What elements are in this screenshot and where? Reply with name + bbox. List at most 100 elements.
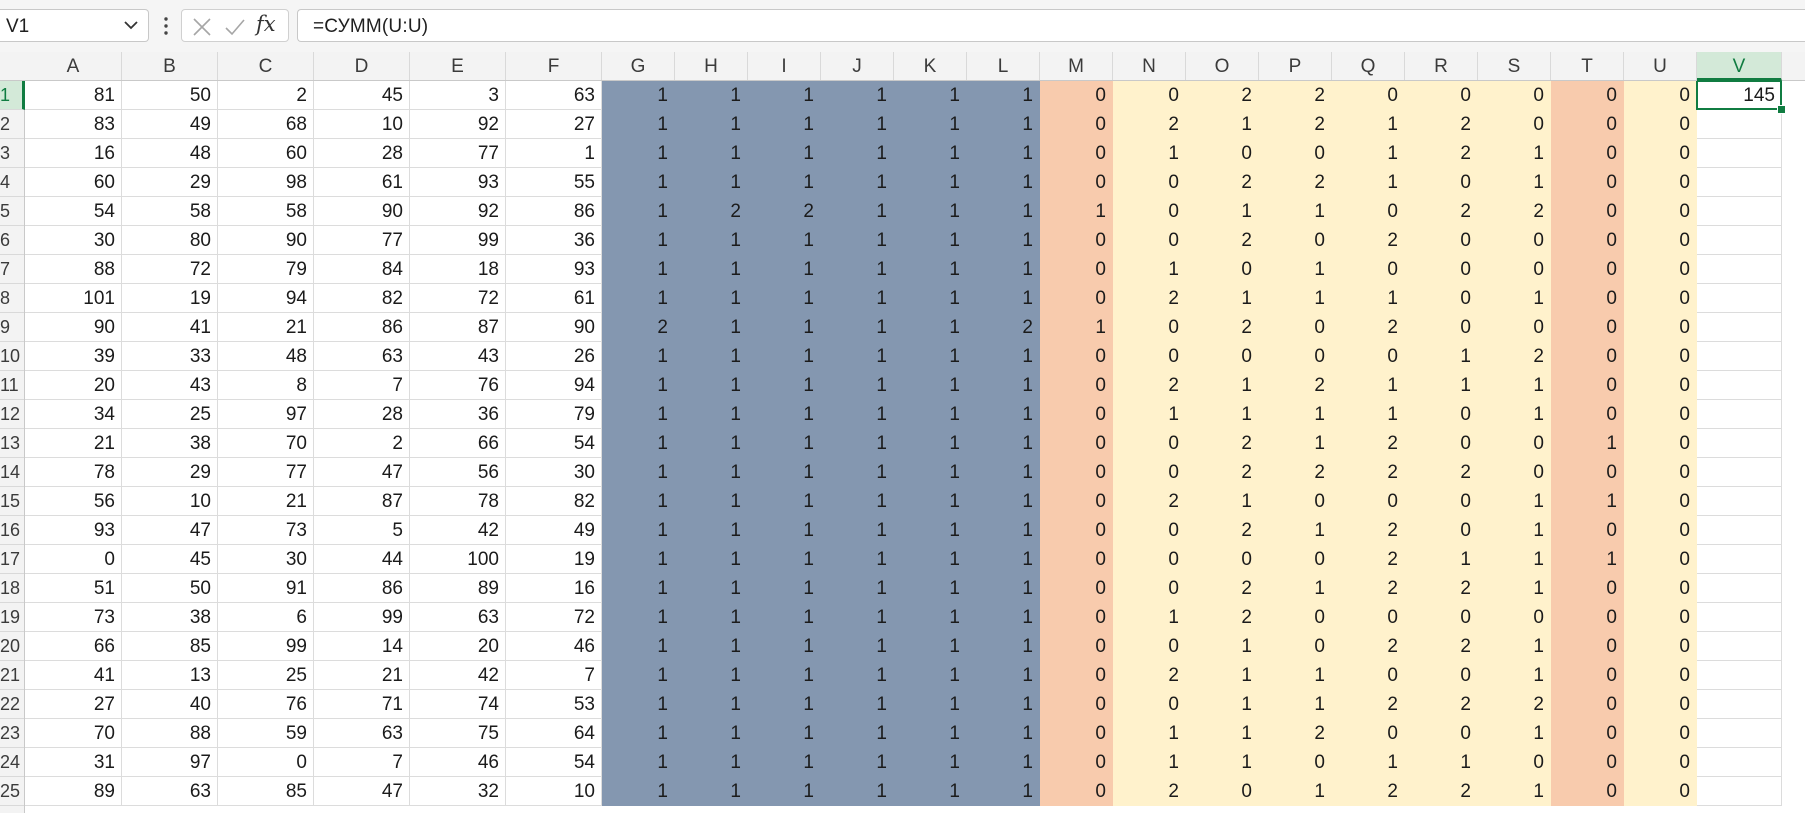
cell-k12[interactable]: 1 (894, 400, 967, 429)
row-header-18[interactable]: 18 (0, 574, 24, 603)
cell-r1[interactable]: 0 (1405, 81, 1478, 110)
cell-d21[interactable]: 21 (314, 661, 410, 690)
cell-f15[interactable]: 82 (506, 487, 602, 516)
cell-v19[interactable] (1697, 603, 1782, 632)
cell-a12[interactable]: 34 (25, 400, 122, 429)
cell-c1[interactable]: 2 (218, 81, 314, 110)
cell-j18[interactable]: 1 (821, 574, 894, 603)
cell-i25[interactable]: 1 (748, 777, 821, 806)
cell-i1[interactable]: 1 (748, 81, 821, 110)
cell-b5[interactable]: 58 (122, 197, 218, 226)
cell-u14[interactable]: 0 (1624, 458, 1697, 487)
cell-t17[interactable]: 1 (1551, 545, 1624, 574)
cell-a17[interactable]: 0 (25, 545, 122, 574)
cell-k23[interactable]: 1 (894, 719, 967, 748)
cell-c22[interactable]: 76 (218, 690, 314, 719)
cell-h21[interactable]: 1 (675, 661, 748, 690)
cell-q5[interactable]: 0 (1332, 197, 1405, 226)
cell-p23[interactable]: 2 (1259, 719, 1332, 748)
cell-d7[interactable]: 84 (314, 255, 410, 284)
cell-j15[interactable]: 1 (821, 487, 894, 516)
cell-k8[interactable]: 1 (894, 284, 967, 313)
cell-f16[interactable]: 49 (506, 516, 602, 545)
cell-k9[interactable]: 1 (894, 313, 967, 342)
cell-d13[interactable]: 2 (314, 429, 410, 458)
cell-c16[interactable]: 73 (218, 516, 314, 545)
cell-h18[interactable]: 1 (675, 574, 748, 603)
cell-l12[interactable]: 1 (967, 400, 1040, 429)
cell-n10[interactable]: 0 (1113, 342, 1186, 371)
cell-p12[interactable]: 1 (1259, 400, 1332, 429)
cell-q10[interactable]: 0 (1332, 342, 1405, 371)
cell-d23[interactable]: 63 (314, 719, 410, 748)
cell-e17[interactable]: 100 (410, 545, 506, 574)
cell-h14[interactable]: 1 (675, 458, 748, 487)
cell-k14[interactable]: 1 (894, 458, 967, 487)
cell-h24[interactable]: 1 (675, 748, 748, 777)
cell-g21[interactable]: 1 (602, 661, 675, 690)
cell-c13[interactable]: 70 (218, 429, 314, 458)
cell-d14[interactable]: 47 (314, 458, 410, 487)
cell-l9[interactable]: 2 (967, 313, 1040, 342)
cell-c9[interactable]: 21 (218, 313, 314, 342)
cell-r19[interactable]: 0 (1405, 603, 1478, 632)
cell-v9[interactable] (1697, 313, 1782, 342)
cell-g22[interactable]: 1 (602, 690, 675, 719)
cell-q11[interactable]: 1 (1332, 371, 1405, 400)
cell-p10[interactable]: 0 (1259, 342, 1332, 371)
cell-s23[interactable]: 1 (1478, 719, 1551, 748)
cell-s2[interactable]: 0 (1478, 110, 1551, 139)
cell-p11[interactable]: 2 (1259, 371, 1332, 400)
cell-e13[interactable]: 66 (410, 429, 506, 458)
cell-j9[interactable]: 1 (821, 313, 894, 342)
cell-u17[interactable]: 0 (1624, 545, 1697, 574)
cell-m19[interactable]: 0 (1040, 603, 1113, 632)
cell-j3[interactable]: 1 (821, 139, 894, 168)
cell-e7[interactable]: 18 (410, 255, 506, 284)
cell-r2[interactable]: 2 (1405, 110, 1478, 139)
cell-c4[interactable]: 98 (218, 168, 314, 197)
cell-m1[interactable]: 0 (1040, 81, 1113, 110)
cell-r11[interactable]: 1 (1405, 371, 1478, 400)
cell-f17[interactable]: 19 (506, 545, 602, 574)
cell-e1[interactable]: 3 (410, 81, 506, 110)
cell-e20[interactable]: 20 (410, 632, 506, 661)
cell-k24[interactable]: 1 (894, 748, 967, 777)
cell-e21[interactable]: 42 (410, 661, 506, 690)
cell-j13[interactable]: 1 (821, 429, 894, 458)
cell-q22[interactable]: 2 (1332, 690, 1405, 719)
cell-k6[interactable]: 1 (894, 226, 967, 255)
row-header-14[interactable]: 14 (0, 458, 24, 487)
cell-e16[interactable]: 42 (410, 516, 506, 545)
cell-f7[interactable]: 93 (506, 255, 602, 284)
cell-g3[interactable]: 1 (602, 139, 675, 168)
cell-u11[interactable]: 0 (1624, 371, 1697, 400)
cell-f25[interactable]: 10 (506, 777, 602, 806)
cell-s6[interactable]: 0 (1478, 226, 1551, 255)
cell-c2[interactable]: 68 (218, 110, 314, 139)
cell-p22[interactable]: 1 (1259, 690, 1332, 719)
cell-q19[interactable]: 0 (1332, 603, 1405, 632)
cell-n25[interactable]: 2 (1113, 777, 1186, 806)
cell-k25[interactable]: 1 (894, 777, 967, 806)
cell-n3[interactable]: 1 (1113, 139, 1186, 168)
cell-f6[interactable]: 36 (506, 226, 602, 255)
cell-r3[interactable]: 2 (1405, 139, 1478, 168)
cell-v5[interactable] (1697, 197, 1782, 226)
cell-o17[interactable]: 0 (1186, 545, 1259, 574)
cell-i2[interactable]: 1 (748, 110, 821, 139)
cell-p6[interactable]: 0 (1259, 226, 1332, 255)
cell-i20[interactable]: 1 (748, 632, 821, 661)
cell-d17[interactable]: 44 (314, 545, 410, 574)
cell-c12[interactable]: 97 (218, 400, 314, 429)
cell-s10[interactable]: 2 (1478, 342, 1551, 371)
cell-m20[interactable]: 0 (1040, 632, 1113, 661)
cell-e14[interactable]: 56 (410, 458, 506, 487)
cell-o2[interactable]: 1 (1186, 110, 1259, 139)
cell-v25[interactable] (1697, 777, 1782, 806)
row-header-25[interactable]: 25 (0, 777, 24, 806)
cell-n13[interactable]: 0 (1113, 429, 1186, 458)
cell-a9[interactable]: 90 (25, 313, 122, 342)
column-header-g[interactable]: G (602, 52, 675, 80)
cell-c7[interactable]: 79 (218, 255, 314, 284)
